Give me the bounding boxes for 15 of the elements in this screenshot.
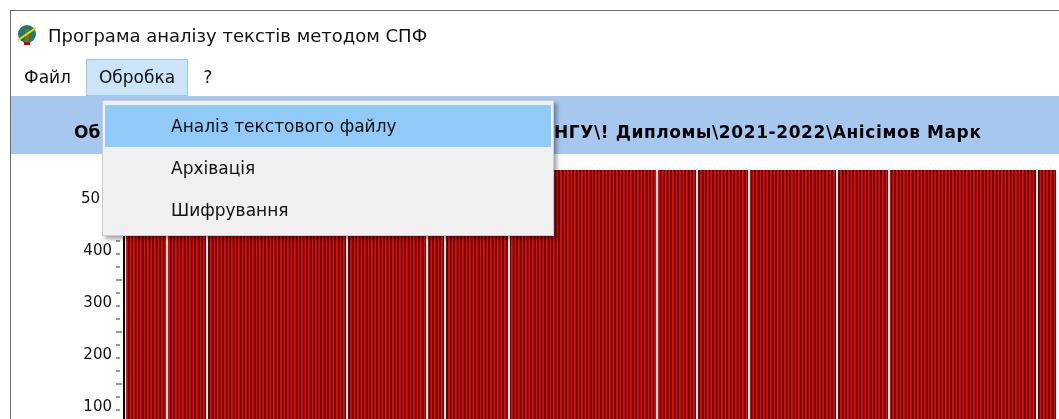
menu-item[interactable]: ? (190, 59, 226, 96)
menu-item[interactable]: Файл (11, 59, 84, 96)
dropdown-item[interactable]: Аналіз текстового файлу (105, 105, 551, 147)
dropdown-item[interactable]: Архівація (105, 147, 551, 189)
app-icon (16, 24, 38, 47)
header-text: Об (74, 122, 101, 142)
axis-tick-label: 100 (83, 396, 112, 416)
axis-tick-label: 50 (80, 188, 100, 208)
axis-tick-label: 300 (83, 292, 112, 312)
dropdown-item[interactable]: Шифрування (105, 189, 551, 231)
axis-tick-label: 400 (83, 240, 112, 260)
menu-item[interactable]: Обробка (85, 59, 189, 96)
file-path-text: НГУ\! Дипломы\2021-2022\Анісімов Марк (554, 122, 983, 142)
window-title: Програма аналізу текстів методом СПФ (48, 24, 428, 46)
axis-tick-label: 200 (83, 344, 112, 364)
